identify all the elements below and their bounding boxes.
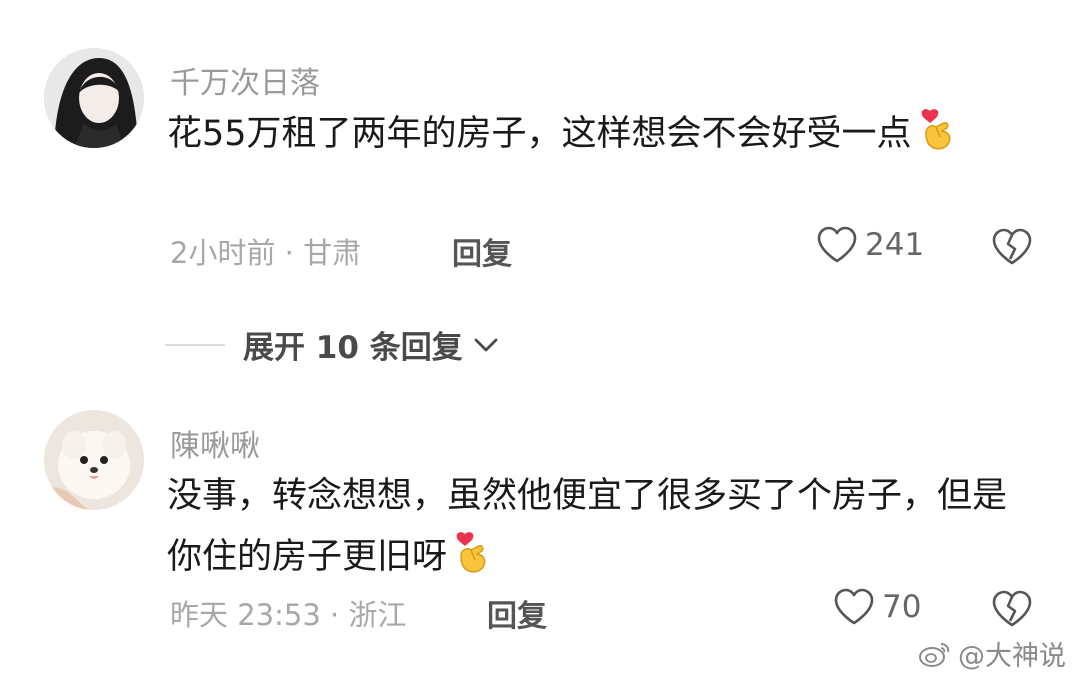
comment-meta: 昨天 23:53 · 浙江 [170, 598, 407, 632]
finger-heart-icon [451, 530, 491, 574]
comment-text-content: 没事，转念想想，虽然他便宜了很多买了个房子，但是你住的房子更旧呀 [167, 476, 1008, 577]
comment-meta: 2小时前 · 甘肃 [170, 236, 362, 270]
broken-heart-icon [992, 590, 1032, 627]
like-count: 241 [865, 227, 925, 263]
avatar[interactable] [44, 410, 144, 510]
expand-replies-label: 展开 10 条回复 [243, 330, 463, 366]
finger-heart-icon [916, 107, 956, 151]
like-count: 70 [882, 589, 922, 625]
heart-outline-icon [817, 226, 857, 263]
watermark-text: @大神说 [958, 641, 1066, 672]
comment-text-content: 花55万租了两年的房子，这样想会不会好受一点 [167, 114, 912, 154]
weibo-icon [919, 642, 950, 667]
dislike-button[interactable] [990, 227, 1034, 271]
expand-replies-button[interactable]: 展开 10 条回复 [165, 322, 501, 367]
avatar[interactable] [44, 48, 144, 148]
reply-button[interactable]: 回复 [452, 229, 512, 273]
like-button[interactable]: 70 [832, 587, 921, 627]
like-button[interactable]: 241 [815, 225, 924, 265]
comment-text: 花55万租了两年的房子，这样想会不会好受一点 [167, 104, 1017, 165]
chevron-down-icon [474, 338, 498, 351]
watermark: @大神说 [918, 634, 1066, 673]
username[interactable]: 陳啾啾 [170, 421, 260, 465]
reply-button[interactable]: 回复 [487, 591, 547, 635]
heart-outline-icon [834, 588, 874, 625]
dislike-button[interactable] [990, 589, 1034, 633]
comment-text: 没事，转念想想，虽然他便宜了很多买了个房子，但是你住的房子更旧呀 [167, 466, 1017, 588]
divider-line [165, 343, 225, 346]
username[interactable]: 千万次日落 [170, 58, 320, 102]
broken-heart-icon [992, 228, 1032, 265]
